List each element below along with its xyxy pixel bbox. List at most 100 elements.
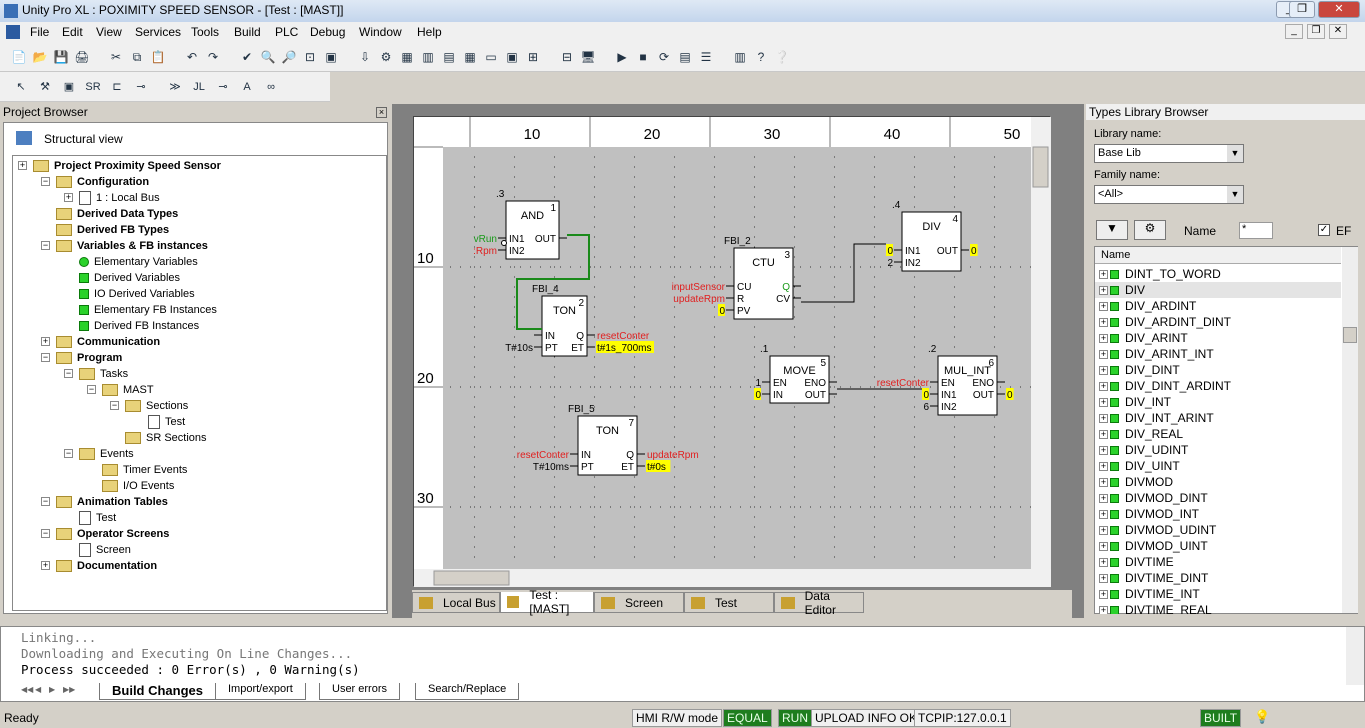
name-filter-input[interactable]: * bbox=[1239, 222, 1273, 239]
tree-item[interactable]: Test bbox=[148, 414, 185, 430]
doc-restore-button[interactable]: ❐ bbox=[1307, 24, 1325, 39]
library-item[interactable]: + DINT_TO_WORD bbox=[1095, 266, 1341, 282]
init-icon[interactable]: ⟳ bbox=[655, 48, 673, 66]
tree-item[interactable]: Derived Variables bbox=[79, 270, 180, 286]
expand-toggle[interactable]: − bbox=[41, 353, 50, 362]
tree-item[interactable]: Elementary Variables bbox=[79, 254, 198, 270]
link-icon[interactable]: ⊏ bbox=[108, 78, 126, 96]
tab-scroll-icon[interactable]: ▶ bbox=[49, 685, 55, 694]
library-item[interactable]: + DIVMOD_DINT bbox=[1095, 490, 1341, 506]
open-icon[interactable]: 📂 bbox=[31, 48, 49, 66]
library-item[interactable]: + DIV_ARINT_INT bbox=[1095, 346, 1341, 362]
library-item[interactable]: + DIV bbox=[1095, 282, 1341, 298]
expand-toggle[interactable]: − bbox=[41, 529, 50, 538]
connect-icon[interactable]: ▭ bbox=[482, 48, 500, 66]
tree-item[interactable]: I/O Events bbox=[102, 478, 174, 494]
run-icon[interactable]: ▶ bbox=[613, 48, 631, 66]
library-item[interactable]: + DIVMOD_UDINT bbox=[1095, 522, 1341, 538]
animation-icon[interactable]: ▤ bbox=[676, 48, 694, 66]
close-button[interactable]: ✕ bbox=[1318, 1, 1360, 18]
connect-icon[interactable]: ⊸ bbox=[132, 78, 150, 96]
menu-window[interactable]: Window bbox=[359, 25, 402, 39]
tree-item[interactable]: Elementary FB Instances bbox=[79, 302, 217, 318]
expand-toggle[interactable]: + bbox=[1099, 333, 1108, 343]
expand-toggle[interactable]: + bbox=[64, 193, 73, 202]
close-panel-icon[interactable]: × bbox=[376, 107, 387, 118]
tree-item[interactable]: Derived FB Instances bbox=[79, 318, 199, 334]
library-item[interactable]: + DIV_UDINT bbox=[1095, 442, 1341, 458]
expand-toggle[interactable]: + bbox=[1099, 493, 1108, 503]
library-item[interactable]: + DIVMOD_UINT bbox=[1095, 538, 1341, 554]
library-item[interactable]: + DIVTIME bbox=[1095, 554, 1341, 570]
new-icon[interactable]: 📄 bbox=[10, 48, 28, 66]
comment-icon[interactable]: ∞ bbox=[262, 78, 280, 96]
undo-icon[interactable]: ↶ bbox=[183, 48, 201, 66]
jump-label-icon[interactable]: JL bbox=[190, 78, 208, 96]
menu-edit[interactable]: Edit bbox=[62, 25, 83, 39]
tree-item[interactable]: Program bbox=[56, 350, 122, 366]
expand-toggle[interactable]: + bbox=[1099, 365, 1108, 375]
expand-toggle[interactable]: + bbox=[18, 161, 27, 170]
output-tab[interactable]: Search/Replace bbox=[415, 683, 520, 700]
filter-button[interactable]: ▼ bbox=[1096, 220, 1128, 240]
table-icon[interactable]: ▦ bbox=[398, 48, 416, 66]
library-item[interactable]: + DIV_DINT bbox=[1095, 362, 1341, 378]
window-icon[interactable]: ▦ bbox=[461, 48, 479, 66]
tree-item[interactable]: MAST bbox=[102, 382, 154, 398]
tree-item[interactable]: IO Derived Variables bbox=[79, 286, 195, 302]
library-item[interactable]: + DIVMOD bbox=[1095, 474, 1341, 490]
library-item[interactable]: + DIVTIME_REAL bbox=[1095, 602, 1341, 614]
return-icon[interactable]: ⊸ bbox=[214, 78, 232, 96]
expand-toggle[interactable]: − bbox=[41, 177, 50, 186]
menu-help[interactable]: Help bbox=[417, 25, 442, 39]
expand-toggle[interactable]: + bbox=[1099, 525, 1108, 535]
tab-scroll-icon[interactable]: ◀ bbox=[35, 685, 41, 694]
tree-item[interactable]: Screen bbox=[79, 542, 131, 558]
expand-toggle[interactable]: + bbox=[1099, 589, 1108, 599]
expand-toggle[interactable]: + bbox=[1099, 429, 1108, 439]
expand-toggle[interactable]: − bbox=[110, 401, 119, 410]
block-icon[interactable]: ▣ bbox=[60, 78, 78, 96]
cascade-icon[interactable]: ☰ bbox=[697, 48, 715, 66]
fbd-canvas[interactable]: 10 20 30 40 50102030AND1.3IN1vRunIN2:RpmOUTT… bbox=[414, 117, 1051, 587]
library-item[interactable]: + DIV_ARDINT bbox=[1095, 298, 1341, 314]
horizontal-scrollbar[interactable] bbox=[414, 569, 1051, 587]
fb-select-icon[interactable]: ⚒ bbox=[36, 78, 54, 96]
tab-scroll-icon[interactable]: ▶▶ bbox=[63, 685, 75, 694]
zoom-fit-icon[interactable]: ⊡ bbox=[301, 48, 319, 66]
tree-item[interactable]: Timer Events bbox=[102, 462, 187, 478]
menu-services[interactable]: Services bbox=[135, 25, 181, 39]
menu-file[interactable]: File bbox=[30, 25, 49, 39]
transfer-icon[interactable]: ⊞ bbox=[524, 48, 542, 66]
text-icon[interactable]: A bbox=[238, 78, 256, 96]
tree-item[interactable]: Documentation bbox=[56, 558, 157, 574]
tree-item[interactable]: Tasks bbox=[79, 366, 128, 382]
editor-tab[interactable]: Test bbox=[684, 592, 774, 613]
expand-toggle[interactable]: − bbox=[41, 497, 50, 506]
expand-toggle[interactable]: + bbox=[1099, 381, 1108, 391]
tree-item[interactable]: Events bbox=[79, 446, 134, 462]
chevron-down-icon[interactable]: ▼ bbox=[1227, 145, 1243, 162]
expand-toggle[interactable]: + bbox=[1099, 477, 1108, 487]
expand-toggle[interactable]: + bbox=[1099, 285, 1108, 295]
expand-toggle[interactable]: + bbox=[1099, 573, 1108, 583]
tile-v-icon[interactable]: ? bbox=[752, 48, 770, 66]
tree-item[interactable]: Derived FB Types bbox=[56, 222, 169, 238]
output-tab[interactable]: Import/export bbox=[215, 683, 306, 700]
library-name-select[interactable]: Base Lib ▼ bbox=[1094, 144, 1244, 163]
menu-build[interactable]: Build bbox=[234, 25, 261, 39]
library-item[interactable]: + DIV_INT_ARINT bbox=[1095, 410, 1341, 426]
tree-item[interactable]: Operator Screens bbox=[56, 526, 169, 542]
library-item[interactable]: + DIVTIME_INT bbox=[1095, 586, 1341, 602]
expand-toggle[interactable]: + bbox=[1099, 605, 1108, 614]
validate-icon[interactable]: ✔ bbox=[238, 48, 256, 66]
export-icon[interactable]: ⇩ bbox=[356, 48, 374, 66]
cut-icon[interactable]: ✂ bbox=[107, 48, 125, 66]
tree-item[interactable]: Derived Data Types bbox=[56, 206, 178, 222]
editor-tab[interactable]: Screen bbox=[594, 592, 684, 613]
analyze-icon[interactable]: ⚙ bbox=[377, 48, 395, 66]
expand-toggle[interactable]: + bbox=[1099, 509, 1108, 519]
menu-plc[interactable]: PLC bbox=[275, 25, 298, 39]
output-tab[interactable]: User errors bbox=[319, 683, 401, 700]
paste-icon[interactable]: 📋 bbox=[149, 48, 167, 66]
